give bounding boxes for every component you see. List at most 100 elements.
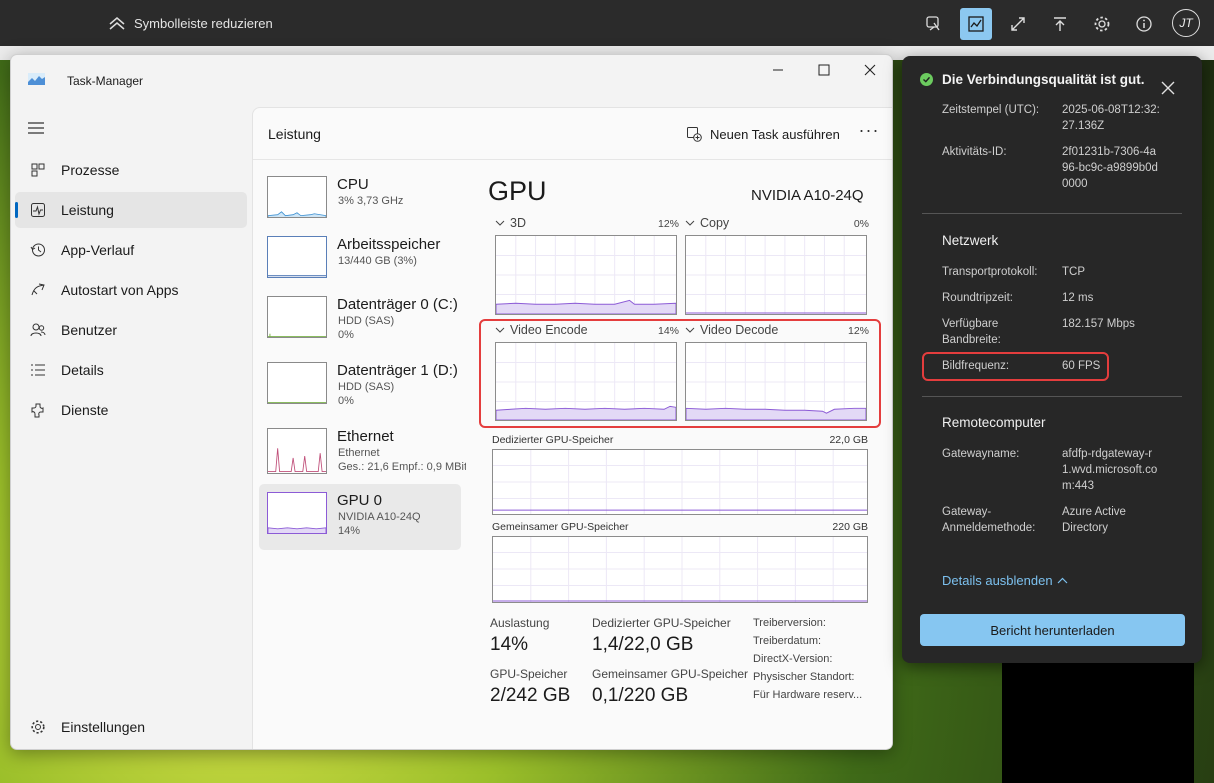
engine-video-encode-selector[interactable]: Video Encode (495, 323, 588, 337)
resource-usage: Ges.: 21,6 Empf.: 0,9 MBit/s (338, 461, 466, 473)
minimize-icon (773, 69, 783, 71)
nav-item-label: App-Verlauf (61, 242, 135, 258)
driver-version-label: Treiberversion: (753, 617, 826, 629)
engine-label: Video Decode (700, 323, 779, 337)
chevron-up-double-icon (109, 17, 125, 30)
engine-video-decode-selector[interactable]: Video Decode (685, 323, 778, 337)
run-new-task-label: Neuen Task ausführen (710, 126, 840, 142)
round-trip-label: Roundtripzeit: (942, 292, 1013, 304)
check-icon (920, 73, 933, 86)
performance-view-button[interactable] (960, 8, 992, 40)
nav-item-label: Leistung (61, 202, 114, 218)
resource-cpu[interactable]: CPU 3% 3,73 GHz (259, 168, 461, 234)
nav-item-startup-apps[interactable]: Autostart von Apps (15, 272, 247, 308)
remote-computer-heading: Remotecomputer (942, 415, 1046, 430)
bandwidth-label: Verfügbare Bandbreite: (942, 318, 1001, 346)
transport-protocol-label: Transportprotokoll: (942, 266, 1038, 278)
connection-info-button[interactable] (918, 8, 950, 40)
resource-name: CPU (337, 176, 369, 193)
close-icon (864, 64, 876, 76)
resource-name: GPU 0 (337, 492, 383, 509)
dedicated-memory-label: Dedizierter GPU-Speicher (492, 434, 614, 446)
dedicated-usage-value: 1,4/22,0 GB (592, 634, 694, 655)
shared-usage-label: Gemeinsamer GPU-Speicher (592, 667, 749, 681)
performance-icon (31, 203, 45, 217)
dedicated-memory-max: 22,0 GB (829, 434, 868, 446)
nav-item-performance[interactable]: Leistung (15, 192, 247, 228)
engine-video-decode-percent: 12% (847, 325, 869, 337)
gear-icon (31, 720, 45, 734)
engine-3d-selector[interactable]: 3D (495, 216, 526, 230)
pin-toolbar-button[interactable] (1044, 8, 1076, 40)
shared-memory-graph-plot (493, 537, 867, 602)
nav-item-app-history[interactable]: App-Verlauf (15, 232, 247, 268)
close-button[interactable] (847, 55, 892, 85)
collapse-toolbar-button[interactable]: Symbolleiste reduzieren (108, 12, 273, 34)
transport-protocol-value: TCP (1062, 266, 1085, 278)
chevron-up-icon (1057, 577, 1068, 584)
more-options-button[interactable]: ··· (857, 121, 881, 146)
resource-detail: NVIDIA A10-24Q (338, 511, 421, 523)
resource-detail: HDD (SAS) (338, 315, 395, 327)
settings-button[interactable] (1086, 8, 1118, 40)
user-avatar[interactable]: JT (1172, 9, 1200, 37)
task-manager-window: Task-Manager Prozesse Leistung App-Verla… (10, 54, 893, 750)
hide-details-label: Details ausblenden (942, 573, 1053, 588)
nav-item-settings[interactable]: Einstellungen (15, 709, 247, 745)
gpu-thumbnail-graph (268, 527, 326, 533)
maximize-button[interactable] (801, 55, 847, 85)
services-icon (31, 403, 44, 418)
download-report-button[interactable]: Bericht herunterladen (920, 614, 1185, 646)
history-icon (30, 243, 45, 257)
chevron-down-icon (495, 327, 505, 333)
physical-location-label: Physischer Standort: (753, 671, 855, 683)
resource-disk-1[interactable]: Datenträger 1 (D:) HDD (SAS) 0% (259, 354, 461, 420)
task-manager-logo-icon (28, 73, 45, 85)
resource-gpu-0[interactable]: GPU 0 NVIDIA A10-24Q 14% (259, 484, 461, 550)
gear-icon (1094, 16, 1110, 32)
dedicated-usage-label: Dedizierter GPU-Speicher (592, 616, 731, 630)
activity-id-value: 2f01231b-7306-4a96-bc9c-a9899b0d0000 (1062, 146, 1158, 190)
engine-video-encode-graph-plot (496, 343, 676, 420)
maximize-icon (818, 64, 830, 76)
nav-item-users[interactable]: Benutzer (15, 312, 247, 348)
shared-usage-value: 0,1/220 GB (592, 685, 689, 706)
engine-copy-selector[interactable]: Copy (685, 216, 729, 230)
connection-icon (926, 16, 940, 31)
fullscreen-button[interactable] (1002, 8, 1034, 40)
info-button[interactable] (1128, 8, 1160, 40)
ethernet-thumbnail-graph (268, 448, 326, 472)
hide-details-link[interactable]: Details ausblenden (942, 573, 1068, 588)
disk0-thumbnail-graph (268, 333, 326, 337)
page-title: Leistung (268, 126, 321, 142)
gpu-memory-value: 2/242 GB (490, 685, 571, 706)
resource-ethernet[interactable]: Ethernet Ethernet Ges.: 21,6 Empf.: 0,9 … (259, 420, 466, 486)
resource-memory[interactable]: Arbeitsspeicher 13/440 GB (3%) (259, 228, 461, 294)
desktop-dark-area (1002, 660, 1194, 783)
nav-item-label: Einstellungen (61, 719, 146, 735)
nav-item-label: Details (61, 362, 104, 378)
processes-icon (31, 163, 45, 177)
nav-item-processes[interactable]: Prozesse (15, 152, 247, 188)
menu-icon[interactable] (27, 121, 45, 135)
close-icon[interactable] (1160, 80, 1176, 96)
run-new-task-button[interactable]: Neuen Task ausführen (686, 122, 840, 146)
hardware-reserved-label: Für Hardware reserv... (753, 689, 863, 701)
gpu-model-name: NVIDIA A10-24Q (751, 187, 864, 204)
engine-label: 3D (510, 216, 526, 230)
resource-disk-0[interactable]: Datenträger 0 (C:) HDD (SAS) 0% (259, 288, 461, 354)
startup-icon (31, 283, 45, 296)
utilization-label: Auslastung (490, 616, 550, 630)
engine-video-decode-graph-plot (686, 343, 866, 420)
window-title: Task-Manager (67, 74, 144, 88)
gateway-name-value: afdfp-rdgateway-r1.wvd.microsoft.com:443 (1062, 448, 1158, 492)
nav-item-services[interactable]: Dienste (15, 392, 247, 428)
nav-item-details[interactable]: Details (15, 352, 247, 388)
upload-icon (1054, 17, 1066, 31)
resource-detail: 13/440 GB (3%) (338, 255, 417, 267)
round-trip-value: 12 ms (1062, 292, 1094, 304)
minimize-button[interactable] (755, 55, 801, 85)
utilization-value: 14% (490, 634, 529, 655)
framerate-value: 60 FPS (1062, 360, 1101, 372)
resource-usage: 14% (338, 525, 361, 537)
